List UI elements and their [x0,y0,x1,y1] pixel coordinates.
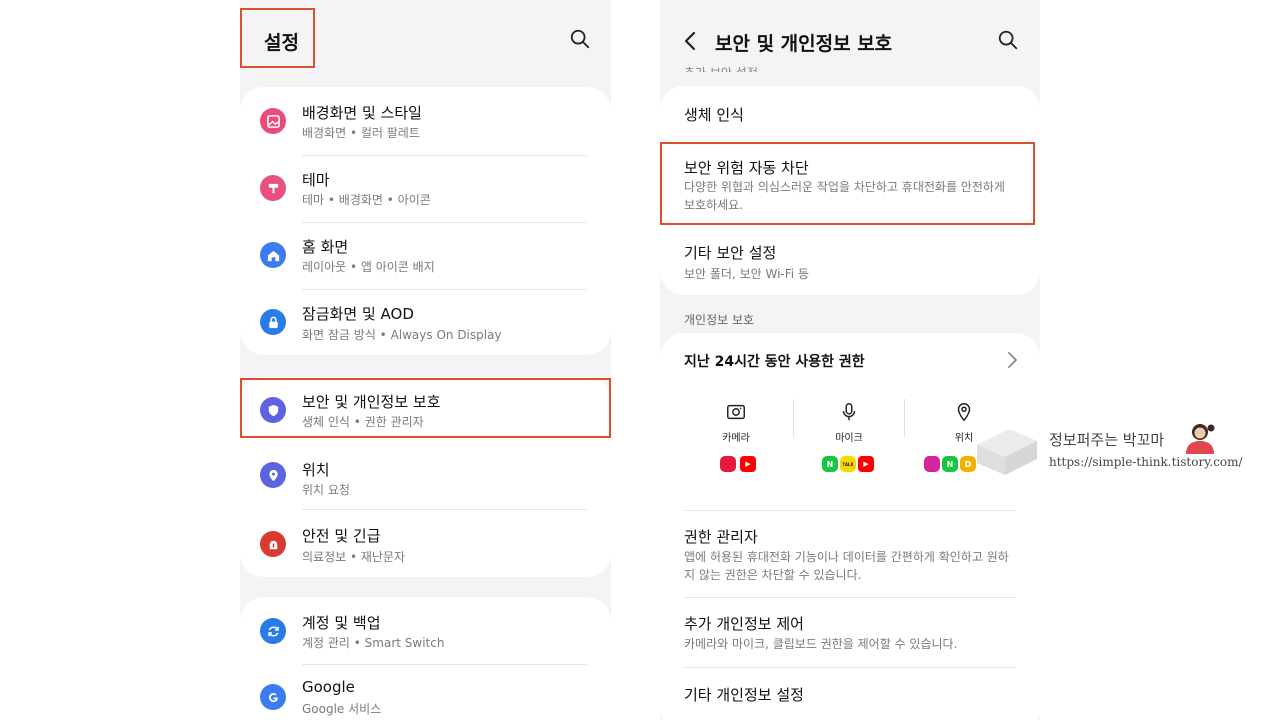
item-title: Google [302,678,355,696]
kakaotalk-icon: TALK [840,456,856,472]
page-title: 보안 및 개인정보 보호 [715,33,893,55]
home-icon [260,242,286,268]
watermark-avatar-icon [1186,424,1215,454]
other-privacy-item[interactable]: 기타 개인정보 설정 [660,668,1040,720]
permission-camera[interactable]: 카메라 [691,401,781,444]
section-label-privacy: 개인정보 보호 [684,313,755,327]
biometrics-item[interactable]: 생체 인식 [660,86,1040,142]
settings-group-accounts: 계정 및 백업 계정 관리 • Smart Switch Google Goog… [240,597,611,720]
theme-icon [260,175,286,201]
item-subtitle: 레이아웃 • 앱 아이콘 배지 [302,260,435,274]
sync-icon [260,618,286,644]
item-title: 추가 개인정보 제어 [684,615,804,633]
highlight-box-auto-blocker [660,142,1035,225]
settings-item-location[interactable]: 위치 위치 요청 [240,441,611,509]
item-title: 홈 화면 [302,238,349,256]
item-title: 기타 개인정보 설정 [684,686,804,704]
location-pin-icon [957,403,971,422]
app-icon-camera-1 [720,456,736,472]
additional-privacy-item[interactable]: 추가 개인정보 제어 카메라와 마이크, 클립보드 권한을 제어할 수 있습니다… [660,598,1040,667]
chevron-right-icon [1008,352,1018,368]
item-subtitle: 배경화면 • 컬러 팔레트 [302,126,420,140]
camera-icon [727,404,745,420]
highlight-box-title [240,8,315,68]
other-security-item[interactable]: 기타 보안 설정 보안 폴더, 보안 Wi-Fi 등 [660,226,1040,295]
section-label-cut: 추가 보안 설정 [684,62,758,72]
youtube-icon: ▶ [740,456,756,472]
item-title: 생체 인식 [684,106,744,124]
item-subtitle: 앱에 허용된 휴대전화 기능이나 데이터를 간편하게 확인하고 원하지 않는 권… [684,550,1009,582]
item-title: 잠금화면 및 AOD [302,305,414,323]
watermark-url: https://simple-think.tistory.com/ [1049,455,1243,469]
naver-icon: N [822,456,838,472]
privacy-card: 지난 24시간 동안 사용한 권한 카메라 마이크 위치 ▶ N TALK ▶ … [660,333,1040,720]
item-subtitle: 계정 관리 • Smart Switch [302,636,445,650]
lock-icon [260,309,286,335]
settings-item-theme[interactable]: 테마 테마 • 배경화면 • 아이콘 [240,155,611,222]
watermark-name: 정보퍼주는 박꼬마 [1049,431,1165,449]
highlight-box-security [240,378,611,438]
settings-item-google[interactable]: Google Google 서비스 [240,664,611,720]
emergency-icon [260,531,286,557]
divider [793,399,794,437]
wallpaper-icon [260,108,286,134]
item-subtitle: 카메라와 마이크, 클립보드 권한을 제어할 수 있습니다. [684,637,958,651]
settings-item-home-screen[interactable]: 홈 화면 레이아웃 • 앱 아이콘 배지 [240,222,611,289]
divider [904,399,905,437]
app-icon-location-3: D [960,456,976,472]
item-title: 안전 및 긴급 [302,527,381,545]
item-title: 기타 보안 설정 [684,244,777,262]
permission-label: 마이크 [835,433,863,444]
naver-icon: N [942,456,958,472]
item-title: 배경화면 및 스타일 [302,104,422,122]
search-icon[interactable] [569,28,591,50]
item-subtitle: 화면 잠금 방식 • Always On Display [302,328,502,342]
item-subtitle: 보안 폴더, 보안 Wi-Fi 등 [684,267,809,281]
instagram-icon [924,456,940,472]
youtube-icon: ▶ [858,456,874,472]
google-icon [260,684,286,710]
item-title: 테마 [302,171,330,189]
settings-item-safety-emergency[interactable]: 안전 및 긴급 의료정보 • 재난문자 [240,509,611,577]
item-subtitle: 테마 • 배경화면 • 아이콘 [302,193,431,207]
settings-screen: 설정 배경화면 및 스타일 배경화면 • 컬러 팔레트 테마 테마 • 배경화면… [240,0,611,720]
watermark-cube-icon [977,429,1037,475]
settings-item-lock-screen[interactable]: 잠금화면 및 AOD 화면 잠금 방식 • Always On Display [240,289,611,355]
security-privacy-screen: 보안 및 개인정보 보호 추가 보안 설정 생체 인식 보안 위험 자동 차단 … [660,0,1040,720]
item-title: 위치 [302,461,330,479]
mic-icon [842,403,856,421]
back-arrow-icon[interactable] [680,30,700,52]
item-title: 계정 및 백업 [302,614,381,632]
permission-mic[interactable]: 마이크 [804,401,894,444]
permission-manager-item[interactable]: 권한 관리자 앱에 허용된 휴대전화 기능이나 데이터를 간편하게 확인하고 원… [660,511,1040,597]
location-icon [260,462,286,488]
item-subtitle: Google 서비스 [302,702,382,716]
item-title: 지난 24시간 동안 사용한 권한 [684,354,865,370]
search-icon[interactable] [997,29,1019,51]
permission-label: 카메라 [722,433,750,444]
settings-item-accounts-backup[interactable]: 계정 및 백업 계정 관리 • Smart Switch [240,597,611,664]
item-title: 권한 관리자 [684,528,758,546]
item-subtitle: 위치 요청 [302,483,350,497]
settings-group-display: 배경화면 및 스타일 배경화면 • 컬러 팔레트 테마 테마 • 배경화면 • … [240,87,611,355]
recent-permissions-item[interactable]: 지난 24시간 동안 사용한 권한 [660,333,1040,385]
item-subtitle: 의료정보 • 재난문자 [302,550,406,564]
settings-item-wallpaper[interactable]: 배경화면 및 스타일 배경화면 • 컬러 팔레트 [240,87,611,155]
